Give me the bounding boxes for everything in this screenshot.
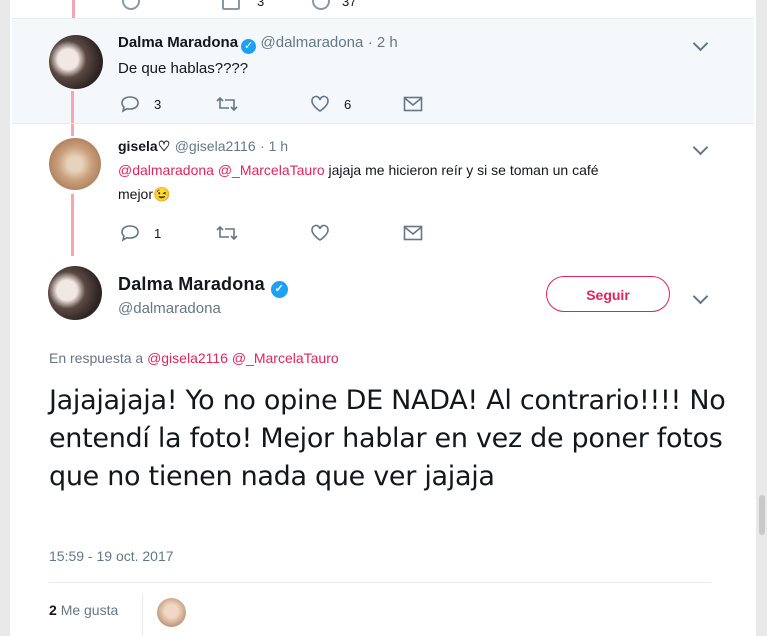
like-label: Me gusta (60, 602, 119, 618)
main-tweet-text: Jajajajaja! Yo no opine DE NADA! Al cont… (49, 385, 726, 492)
tweet-text: De que hablas???? (118, 60, 249, 77)
like-button[interactable]: 6 (310, 94, 351, 114)
retweet-button[interactable] (216, 94, 238, 114)
like-icon (311, 95, 329, 112)
like-button[interactable] (310, 223, 330, 243)
scrollbar-thumb[interactable] (759, 495, 765, 535)
tweet-text-continued: mejor😉 (118, 186, 171, 202)
tweet-time[interactable]: · 1 h (260, 138, 288, 154)
reply-icon (121, 96, 139, 113)
reply-button[interactable]: 1 (120, 223, 161, 243)
reply-icon[interactable] (122, 0, 140, 10)
avatar[interactable] (49, 138, 101, 190)
author-handle[interactable]: @dalmaradona (261, 34, 364, 51)
message-icon (403, 96, 423, 112)
tweet-actions: 3 6 (120, 94, 440, 116)
like-count: 37 (342, 0, 357, 9)
retweet-icon (216, 225, 238, 241)
tweet-time[interactable]: · 2 h (368, 34, 398, 51)
like-stats[interactable]: 2 Me gusta (49, 602, 118, 618)
mention-link[interactable]: @dalmaradona (118, 162, 214, 178)
author-handle[interactable]: @gisela2116 (175, 138, 256, 154)
divider (142, 594, 143, 636)
like-total: 2 (49, 602, 57, 618)
scrollbar[interactable] (756, 0, 767, 636)
thread-line (71, 91, 74, 123)
chevron-down-icon[interactable] (692, 288, 709, 305)
retweet-icon[interactable] (222, 0, 240, 10)
author-name[interactable]: gisela♡ (118, 138, 170, 154)
mention-link[interactable]: @_MarcelaTauro (218, 162, 325, 178)
chevron-down-icon[interactable] (692, 139, 709, 156)
like-icon (311, 224, 329, 241)
mention-link[interactable]: @_MarcelaTauro (232, 350, 339, 366)
tweet-timestamp[interactable]: 15:59 - 19 oct. 2017 (49, 548, 174, 564)
author-name[interactable]: Dalma Maradona (118, 34, 238, 51)
message-button[interactable] (403, 94, 423, 114)
reply-context: En respuesta a @gisela2116 @_MarcelaTaur… (49, 350, 339, 366)
divider (49, 582, 711, 583)
reply-count: 3 (154, 96, 162, 112)
liker-avatar[interactable] (157, 598, 186, 627)
message-button[interactable] (403, 223, 423, 243)
window-edge-left (0, 0, 10, 636)
main-author-name[interactable]: Dalma Maradona ✓ (118, 274, 288, 298)
verified-icon: ✓ (241, 39, 257, 54)
thread-line (71, 194, 74, 256)
tweet-text: jajaja me hicieron reír y si se toman un… (328, 162, 599, 178)
mention-link[interactable]: @gisela2116 (147, 350, 228, 366)
tweet-actions: 1 (120, 223, 440, 245)
reply-icon (121, 225, 139, 242)
verified-icon: ✓ (270, 281, 288, 298)
reply-button[interactable]: 3 (120, 94, 161, 114)
like-count: 6 (344, 96, 352, 112)
reply-count: 1 (154, 225, 162, 241)
thread-line (72, 0, 75, 18)
tweet-reply[interactable]: Dalma Maradona ✓ @dalmaradona · 2 h De qu… (12, 19, 754, 124)
chevron-down-icon[interactable] (692, 35, 709, 52)
avatar[interactable] (49, 35, 103, 89)
tweet-reply[interactable]: gisela♡ @gisela2116 · 1 h @dalmaradona @… (12, 124, 754, 256)
previous-tweet-actions: 3 37 (12, 0, 754, 19)
follow-button[interactable]: Seguir (546, 276, 670, 312)
message-icon (403, 225, 423, 241)
retweet-count: 3 (257, 0, 265, 9)
reply-prefix: En respuesta a (49, 350, 144, 366)
main-author-handle[interactable]: @dalmaradona (118, 300, 221, 317)
retweet-icon (216, 96, 238, 112)
like-icon[interactable] (312, 0, 330, 10)
retweet-button[interactable] (216, 223, 238, 243)
main-avatar[interactable] (48, 266, 102, 320)
thread-line (71, 124, 74, 136)
